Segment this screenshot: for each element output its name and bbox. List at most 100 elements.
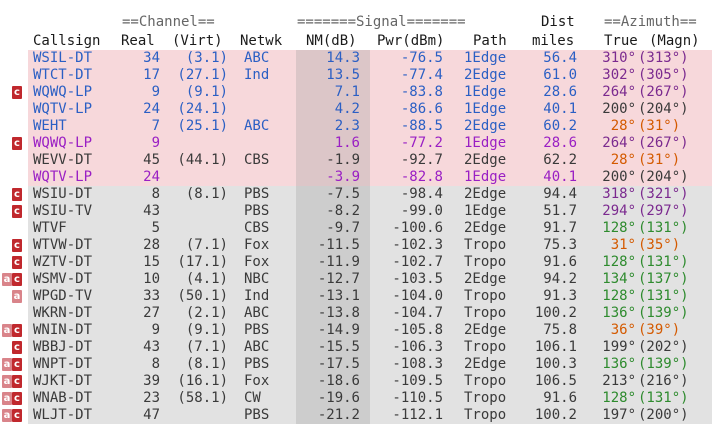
cell-noise-margin: -11.9 [317,254,360,270]
cell-callsign: WNAB-DT [33,390,93,406]
cell-noise-margin: -3.9 [326,169,360,185]
column-header-magn[interactable]: (Magn) [649,33,700,49]
cell-channel-real: 45 [143,152,160,168]
table-row[interactable]: WQTV-LP 24 -3.9 -82.8 1Edge 40.1 200° (204°) [0,169,720,186]
cell-noise-margin: 2.3 [334,118,360,134]
cell-azimuth-magnetic: (139°) [638,305,689,321]
table-row[interactable]: WTCT-DT 17 (27.1) Ind 13.5 -77.4 2Edge 61.0 302°… [0,67,720,84]
column-header-real[interactable]: Real [121,33,155,49]
cell-callsign: WNPT-DT [33,356,93,372]
cell-path: 1Edge [464,169,507,185]
cell-power: -86.6 [400,101,443,117]
cell-azimuth-magnetic: (31°) [638,118,681,134]
column-header-pwr[interactable]: Pwr(dBm) [377,33,444,49]
table-row[interactable]: c WSIU-TV 43 PBS -8.2 -99.0 1Edge 51.7 294° (297°… [0,203,720,220]
cell-channel-virt [168,203,228,220]
cell-power: -106.3 [392,339,443,355]
cell-callsign: WPGD-TV [33,288,93,304]
cell-power: -110.5 [392,390,443,406]
cell-channel-virt: (24.1) [177,101,228,117]
tag-a-badge: a [2,375,12,388]
table-row[interactable]: WSIL-DT 34 (3.1) ABC 14.3 -76.5 1Edge 56.4 310°(… [0,50,720,67]
tag-c-badge: c [12,86,22,99]
cell-path: Tropo [464,288,507,304]
cell-channel-virt: (7.1) [185,339,228,355]
table-row[interactable]: c WBBJ-DT 43 (7.1) ABC -15.5 -106.3 Tropo 106.1 1… [0,339,720,356]
table-row[interactable]: a c WSMV-DT 10 (4.1) NBC -12.7 -103.5 2Edge 94.2 1… [0,271,720,288]
table-row[interactable]: c WQWQ-LP 9 1.6 -77.2 1Edge 28.6 264° (267°) [0,135,720,152]
cell-path: 1Edge [464,101,507,117]
tag-a-badge: a [12,290,22,303]
cell-channel-real: 34 [143,50,160,66]
cell-network: ABC [244,305,270,321]
cell-azimuth-magnetic: (137°) [638,271,689,287]
cell-noise-margin: -18.6 [317,373,360,389]
cell-distance: 91.3 [543,288,577,304]
cell-noise-margin: 14.3 [326,50,360,66]
table-row[interactable]: WKRN-DT 27 (2.1) ABC -13.8 -104.7 Tropo 100.2 13… [0,305,720,322]
cell-azimuth-true: 318° [602,186,636,202]
table-row[interactable]: WEVV-DT 45 (44.1) CBS -1.9 -92.7 2Edge 62.2 28°(… [0,152,720,169]
tag-a-badge: a [2,409,12,422]
column-header-netwk[interactable]: Netwk [240,33,282,49]
cell-network: ABC [244,339,270,355]
column-header-path[interactable]: Path [473,33,507,49]
table-row[interactable]: c WQWQ-LP 9 (9.1) 7.1 -83.8 1Edge 28.6 264° (267°… [0,84,720,101]
cell-path: 2Edge [464,220,507,236]
table-row[interactable]: a WPGD-TV 33 (50.1) Ind -13.1 -104.0 Tropo 91.3 1… [0,288,720,305]
table-row[interactable]: a c WJKT-DT 39 (16.1) Fox -18.6 -109.5 Tropo 106.… [0,373,720,390]
cell-power: -92.7 [400,152,443,168]
cell-channel-virt [168,220,228,237]
cell-channel-real: 9 [151,84,160,100]
cell-azimuth-magnetic: (216°) [638,373,689,389]
cell-azimuth-magnetic: (131°) [638,220,689,236]
cell-channel-virt: (2.1) [185,305,228,321]
column-header-callsign[interactable]: Callsign [33,33,100,49]
cell-noise-margin: -19.6 [317,390,360,406]
table-row[interactable]: a c WNPT-DT 8 (8.1) PBS -17.5 -108.3 2Edge 100.3 1… [0,356,720,373]
tv-station-table: ==Channel== =======Signal======= Dist ==… [0,0,720,424]
table-row[interactable]: WEHT 7 (25.1) ABC 2.3 -88.5 2Edge 60.2 28° (31°) [0,118,720,135]
cell-network: PBS [244,186,270,202]
cell-network [244,101,284,118]
cell-noise-margin: -12.7 [317,271,360,287]
column-header-virt[interactable]: (Virt) [172,33,223,49]
column-header-miles[interactable]: miles [532,33,574,49]
tag-c-badge: c [12,358,22,371]
cell-path: 1Edge [464,50,507,66]
cell-channel-real: 5 [151,220,160,236]
cell-noise-margin: -14.9 [317,322,360,338]
column-header-nm[interactable]: NM(dB) [306,33,357,49]
table-row[interactable]: c WTVW-DT 28 (7.1) Fox -11.5 -102.3 Tropo 75.3 31… [0,237,720,254]
cell-power: -88.5 [400,118,443,134]
cell-azimuth-magnetic: (204°) [638,101,689,117]
cell-azimuth-true: 28° [610,118,636,134]
table-row[interactable]: WQTV-LP 24 (24.1) 4.2 -86.6 1Edge 40.1 200° (204… [0,101,720,118]
cell-azimuth-magnetic: (202°) [638,339,689,355]
cell-channel-real: 43 [143,203,160,219]
cell-network: PBS [244,203,270,219]
table-row[interactable]: c WSIU-DT 8 (8.1) PBS -7.5 -98.4 2Edge 94.4 318°(… [0,186,720,203]
cell-network: Ind [244,67,270,83]
cell-channel-real: 8 [151,356,160,372]
table-row[interactable]: a c WNIN-DT 9 (9.1) PBS -14.9 -105.8 2Edge 75.8 36… [0,322,720,339]
cell-noise-margin: 7.1 [334,84,360,100]
table-row[interactable]: WTVF 5 CBS -9.7 -100.6 2Edge 91.7 128° (131°) [0,220,720,237]
cell-azimuth-true: 200° [602,101,636,117]
cell-azimuth-true: 36° [610,322,636,338]
cell-azimuth-true: 128° [602,220,636,236]
cell-callsign: WQTV-LP [33,101,93,117]
cell-callsign: WEHT [33,118,67,134]
cell-noise-margin: 1.6 [334,135,360,151]
cell-azimuth-magnetic: (305°) [638,67,689,83]
cell-channel-virt: (58.1) [177,390,228,406]
table-row[interactable]: c WZTV-DT 15 (17.1) Fox -11.9 -102.7 Tropo 91.6 1… [0,254,720,271]
cell-channel-real: 27 [143,305,160,321]
cell-channel-virt: (44.1) [177,152,228,168]
column-header-true[interactable]: True [604,33,638,49]
table-row[interactable]: a c WNAB-DT 23 (58.1) CW -19.6 -110.5 Tropo 91.6 1… [0,390,720,407]
cell-power: -99.0 [400,203,443,219]
cell-channel-real: 23 [143,390,160,406]
cell-distance: 28.6 [543,84,577,100]
cell-azimuth-magnetic: (139°) [638,356,689,372]
